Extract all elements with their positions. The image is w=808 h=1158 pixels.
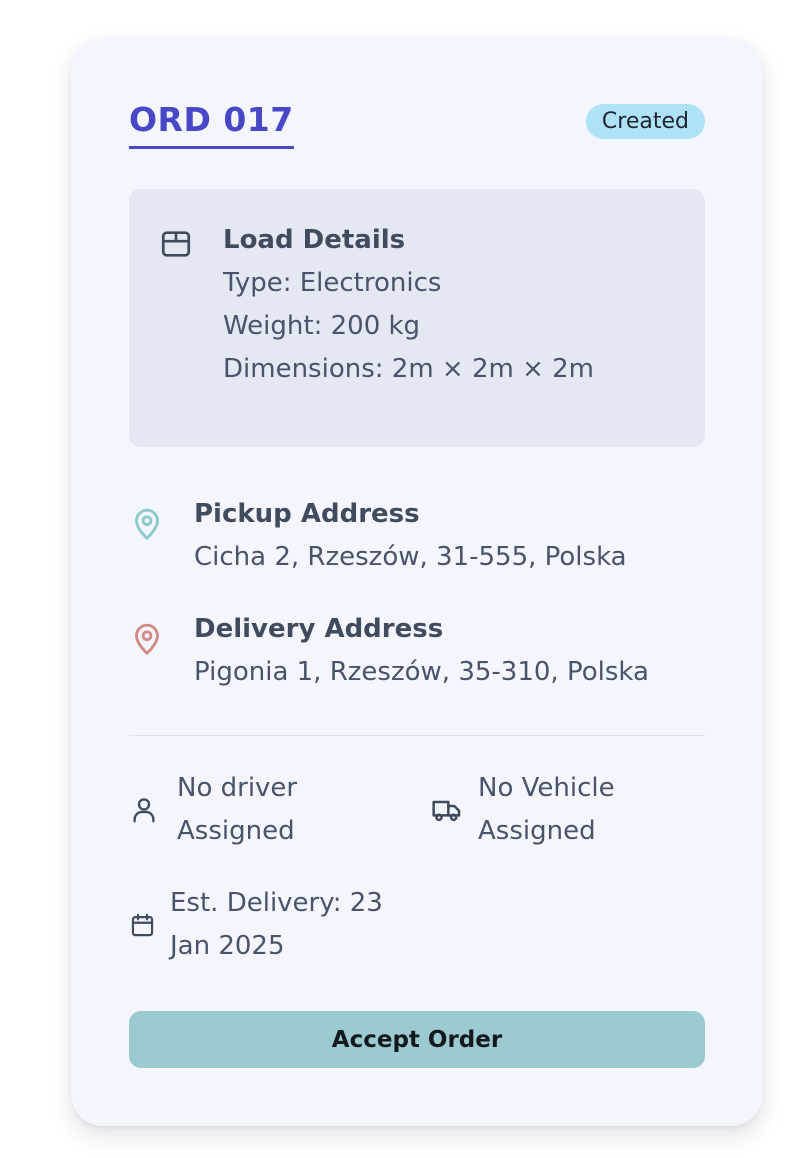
load-details-text: Load Details Type: Electronics Weight: 2… <box>223 219 594 391</box>
truck-icon <box>432 800 461 822</box>
map-pin-icon <box>135 623 159 655</box>
vehicle-status-line1: No Vehicle <box>478 773 615 803</box>
load-details-title: Load Details <box>223 225 406 255</box>
accept-order-button[interactable]: Accept Order <box>129 1011 705 1068</box>
load-dimensions: Dimensions: 2m × 2m × 2m <box>223 354 595 384</box>
driver-status-line2: Assigned <box>177 816 295 846</box>
package-icon <box>161 231 191 257</box>
vehicle-status-line2: Assigned <box>478 816 596 846</box>
order-card: ORD 017 Created Load Details Type: Elect… <box>71 38 763 1126</box>
calendar-icon <box>131 913 154 937</box>
driver-status-line1: No driver <box>177 773 298 803</box>
order-id[interactable]: ORD 017 <box>129 100 294 149</box>
load-details-panel: Load Details Type: Electronics Weight: 2… <box>129 189 705 447</box>
divider <box>129 735 705 736</box>
est-delivery-line1: Est. Delivery: 23 <box>170 888 383 918</box>
load-type: Type: Electronics <box>223 268 442 298</box>
user-icon <box>133 798 155 823</box>
map-pin-icon <box>135 508 159 540</box>
load-weight: Weight: 200 kg <box>223 311 421 341</box>
pickup-address-value: Cicha 2, Rzeszów, 31-555, Polska <box>194 542 627 572</box>
delivery-address-value: Pigonia 1, Rzeszów, 35-310, Polska <box>194 657 649 687</box>
status-badge: Created <box>585 104 705 139</box>
pickup-address-title: Pickup Address <box>194 499 420 529</box>
est-delivery-line2: Jan 2025 <box>170 931 285 961</box>
delivery-address-title: Delivery Address <box>194 614 444 644</box>
